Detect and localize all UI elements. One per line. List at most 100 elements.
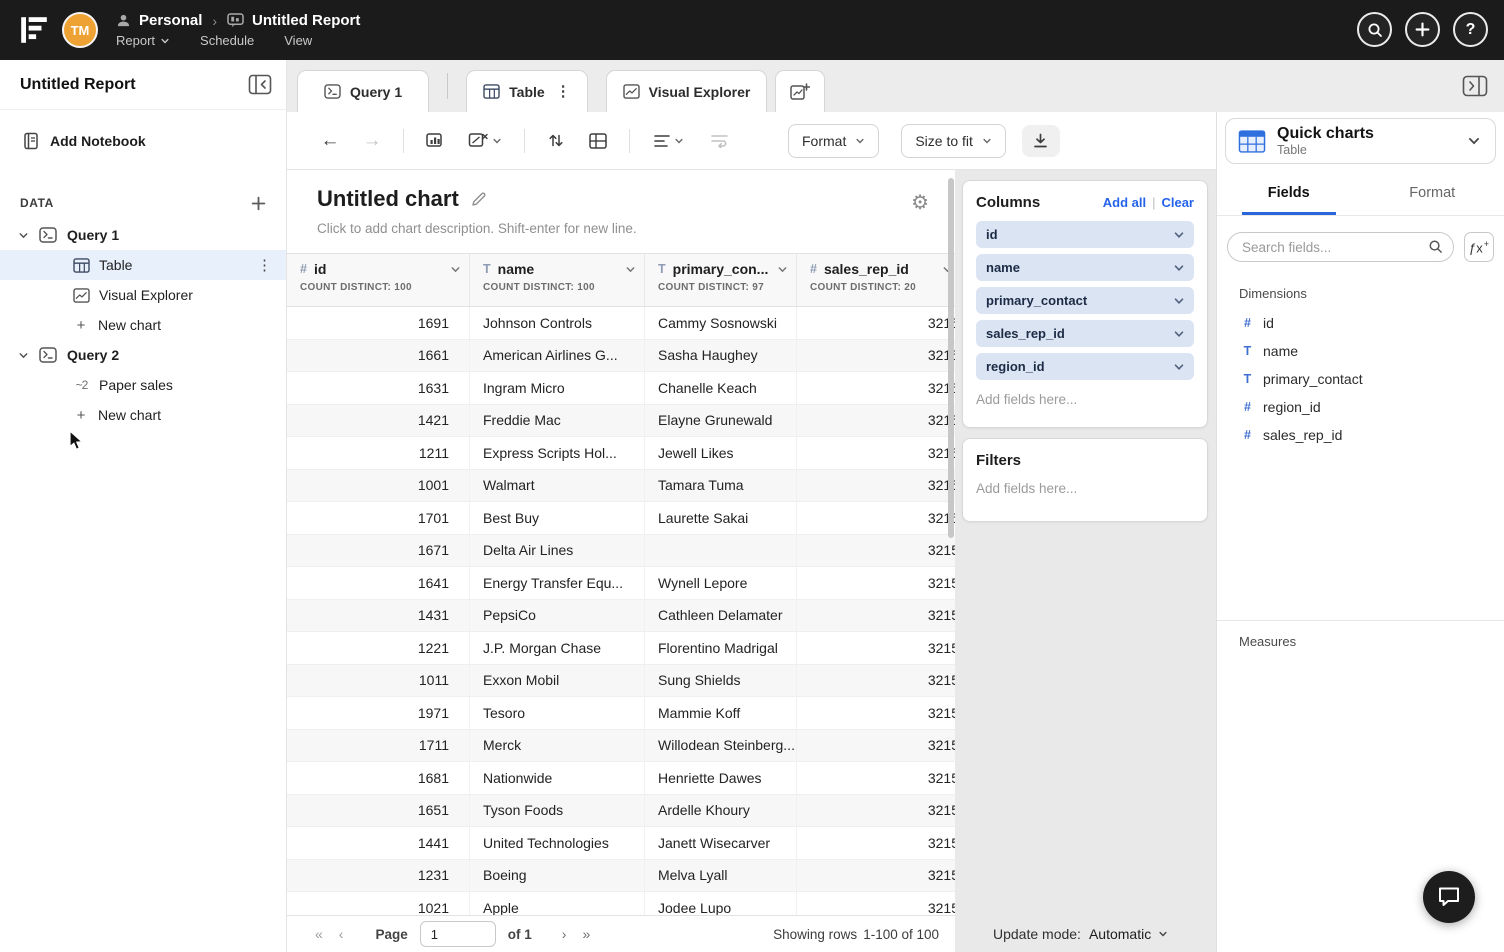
table-cell[interactable]: 3215 bbox=[797, 405, 955, 437]
chevron-down-icon[interactable] bbox=[1173, 328, 1185, 340]
table-cell[interactable]: 3215 bbox=[797, 600, 955, 632]
table-cell[interactable]: Melva Lyall bbox=[645, 860, 797, 892]
table-cell[interactable]: Express Scripts Hol... bbox=[470, 437, 645, 469]
table-cell[interactable]: Delta Air Lines bbox=[470, 535, 645, 567]
vertical-scrollbar[interactable] bbox=[948, 178, 954, 538]
table-cell[interactable]: Willodean Steinberg... bbox=[645, 730, 797, 762]
table-cell[interactable]: Apple bbox=[470, 892, 645, 915]
column-pill[interactable]: region_id bbox=[976, 353, 1194, 380]
chevron-down-icon[interactable] bbox=[18, 350, 29, 361]
app-logo[interactable] bbox=[18, 14, 50, 46]
table-cell[interactable]: Tesoro bbox=[470, 697, 645, 729]
table-cell[interactable]: Walmart bbox=[470, 470, 645, 502]
table-cell[interactable]: 3215 bbox=[797, 437, 955, 469]
last-page-button[interactable]: » bbox=[580, 926, 592, 942]
table-cell[interactable]: 1691 bbox=[287, 307, 470, 339]
table-cell[interactable]: 3215 bbox=[797, 697, 955, 729]
table-cell[interactable]: J.P. Morgan Chase bbox=[470, 632, 645, 664]
table-cell[interactable]: 1661 bbox=[287, 340, 470, 372]
table-cell[interactable]: 1231 bbox=[287, 860, 470, 892]
kebab-menu-icon[interactable]: ⋮ bbox=[257, 258, 272, 273]
quick-charts-selector[interactable]: Quick charts Table bbox=[1225, 118, 1496, 164]
table-cell[interactable]: 1631 bbox=[287, 372, 470, 404]
help-button[interactable]: ? bbox=[1453, 12, 1488, 47]
table-cell[interactable]: Chanelle Keach bbox=[645, 372, 797, 404]
download-button[interactable] bbox=[1022, 125, 1060, 157]
collapse-sidebar-icon[interactable] bbox=[248, 74, 272, 95]
tree-item-paper-sales[interactable]: ~2 Paper sales bbox=[0, 370, 286, 400]
tree-item-new-chart-2[interactable]: + New chart bbox=[0, 400, 286, 430]
dimension-item[interactable]: #id bbox=[1217, 309, 1504, 337]
table-cell[interactable]: Nationwide bbox=[470, 762, 645, 794]
edit-pencil-icon[interactable] bbox=[471, 191, 487, 207]
table-cell[interactable]: 3215 bbox=[797, 795, 955, 827]
chart-type-dropdown[interactable] bbox=[460, 124, 510, 158]
column-pill[interactable]: sales_rep_id bbox=[976, 320, 1194, 347]
table-row[interactable]: 1671Delta Air Lines3215 bbox=[287, 535, 955, 568]
dimension-item[interactable]: #region_id bbox=[1217, 393, 1504, 421]
chart-settings-gear-icon[interactable]: ⚙ bbox=[911, 190, 929, 215]
table-cell[interactable]: 1711 bbox=[287, 730, 470, 762]
table-row[interactable]: 1231BoeingMelva Lyall3215 bbox=[287, 860, 955, 893]
column-header-id[interactable]: #id COUNT DISTINCT: 100 bbox=[287, 254, 470, 306]
add-calculated-field-button[interactable]: ƒx+ bbox=[1464, 232, 1494, 262]
column-header-primary-contact[interactable]: Tprimary_con... COUNT DISTINCT: 97 bbox=[645, 254, 797, 306]
add-button[interactable] bbox=[1405, 12, 1440, 47]
table-cell[interactable]: Mammie Koff bbox=[645, 697, 797, 729]
table-cell[interactable]: 1701 bbox=[287, 502, 470, 534]
table-cell[interactable]: Freddie Mac bbox=[470, 405, 645, 437]
table-cell[interactable]: PepsiCo bbox=[470, 600, 645, 632]
chart-title[interactable]: Untitled chart bbox=[317, 186, 459, 212]
undo-button[interactable]: ← bbox=[313, 124, 347, 158]
column-header-sales-rep-id[interactable]: #sales_rep_id COUNT DISTINCT: 20 bbox=[797, 254, 955, 306]
search-button[interactable] bbox=[1357, 12, 1392, 47]
chart-description-placeholder[interactable]: Click to add chart description. Shift-en… bbox=[317, 221, 927, 236]
dimension-item[interactable]: Tname bbox=[1217, 337, 1504, 365]
table-row[interactable]: 1441United TechnologiesJanett Wisecarver… bbox=[287, 827, 955, 860]
table-cell[interactable]: Energy Transfer Equ... bbox=[470, 567, 645, 599]
table-cell[interactable]: Cammy Sosnowski bbox=[645, 307, 797, 339]
table-cell[interactable]: Jodee Lupo bbox=[645, 892, 797, 915]
tab-fields[interactable]: Fields bbox=[1217, 184, 1361, 215]
kebab-menu-icon[interactable]: ⋮ bbox=[556, 84, 571, 99]
freeze-columns-button[interactable] bbox=[581, 124, 615, 158]
table-cell[interactable]: Tamara Tuma bbox=[645, 470, 797, 502]
table-cell[interactable]: 3215 bbox=[797, 665, 955, 697]
table-cell[interactable]: Boeing bbox=[470, 860, 645, 892]
table-cell[interactable]: Florentino Madrigal bbox=[645, 632, 797, 664]
column-pill[interactable]: id bbox=[976, 221, 1194, 248]
column-menu-icon[interactable] bbox=[450, 264, 461, 275]
table-cell[interactable]: Wynell Lepore bbox=[645, 567, 797, 599]
table-row[interactable]: 1651Tyson FoodsArdelle Khoury3215 bbox=[287, 795, 955, 828]
table-row[interactable]: 1421Freddie MacElayne Grunewald3215 bbox=[287, 405, 955, 438]
table-cell[interactable]: Sasha Haughey bbox=[645, 340, 797, 372]
table-cell[interactable]: Johnson Controls bbox=[470, 307, 645, 339]
table-row[interactable]: 1001WalmartTamara Tuma3215 bbox=[287, 470, 955, 503]
table-cell[interactable]: Cathleen Delamater bbox=[645, 600, 797, 632]
table-cell[interactable]: Merck bbox=[470, 730, 645, 762]
page-number-input[interactable] bbox=[420, 921, 496, 947]
tree-item-new-chart-1[interactable]: + New chart bbox=[0, 310, 286, 340]
column-header-name[interactable]: Tname COUNT DISTINCT: 100 bbox=[470, 254, 645, 306]
menu-view[interactable]: View bbox=[284, 33, 312, 48]
table-cell[interactable]: 3215 bbox=[797, 535, 955, 567]
tree-item-query1[interactable]: Query 1 bbox=[0, 220, 286, 250]
dimension-item[interactable]: Tprimary_contact bbox=[1217, 365, 1504, 393]
table-cell[interactable]: 3215 bbox=[797, 567, 955, 599]
table-cell[interactable]: 3215 bbox=[797, 340, 955, 372]
table-row[interactable]: 1661American Airlines G...Sasha Haughey3… bbox=[287, 340, 955, 373]
table-cell[interactable]: 3215 bbox=[797, 470, 955, 502]
table-cell[interactable]: 3215 bbox=[797, 762, 955, 794]
table-cell[interactable]: 1001 bbox=[287, 470, 470, 502]
prev-page-button[interactable]: ‹ bbox=[337, 926, 346, 942]
filters-drop-placeholder[interactable]: Add fields here... bbox=[976, 481, 1194, 496]
table-cell[interactable]: 3215 bbox=[797, 307, 955, 339]
new-chart-tab-button[interactable] bbox=[775, 70, 825, 112]
table-cell[interactable]: 1441 bbox=[287, 827, 470, 859]
size-to-fit-button[interactable]: Size to fit bbox=[901, 124, 1006, 158]
table-cell[interactable]: 1021 bbox=[287, 892, 470, 915]
menu-report[interactable]: Report bbox=[116, 33, 170, 48]
search-fields-input[interactable] bbox=[1227, 232, 1454, 262]
table-row[interactable]: 1011Exxon MobilSung Shields3215 bbox=[287, 665, 955, 698]
add-all-link[interactable]: Add all bbox=[1103, 195, 1146, 210]
